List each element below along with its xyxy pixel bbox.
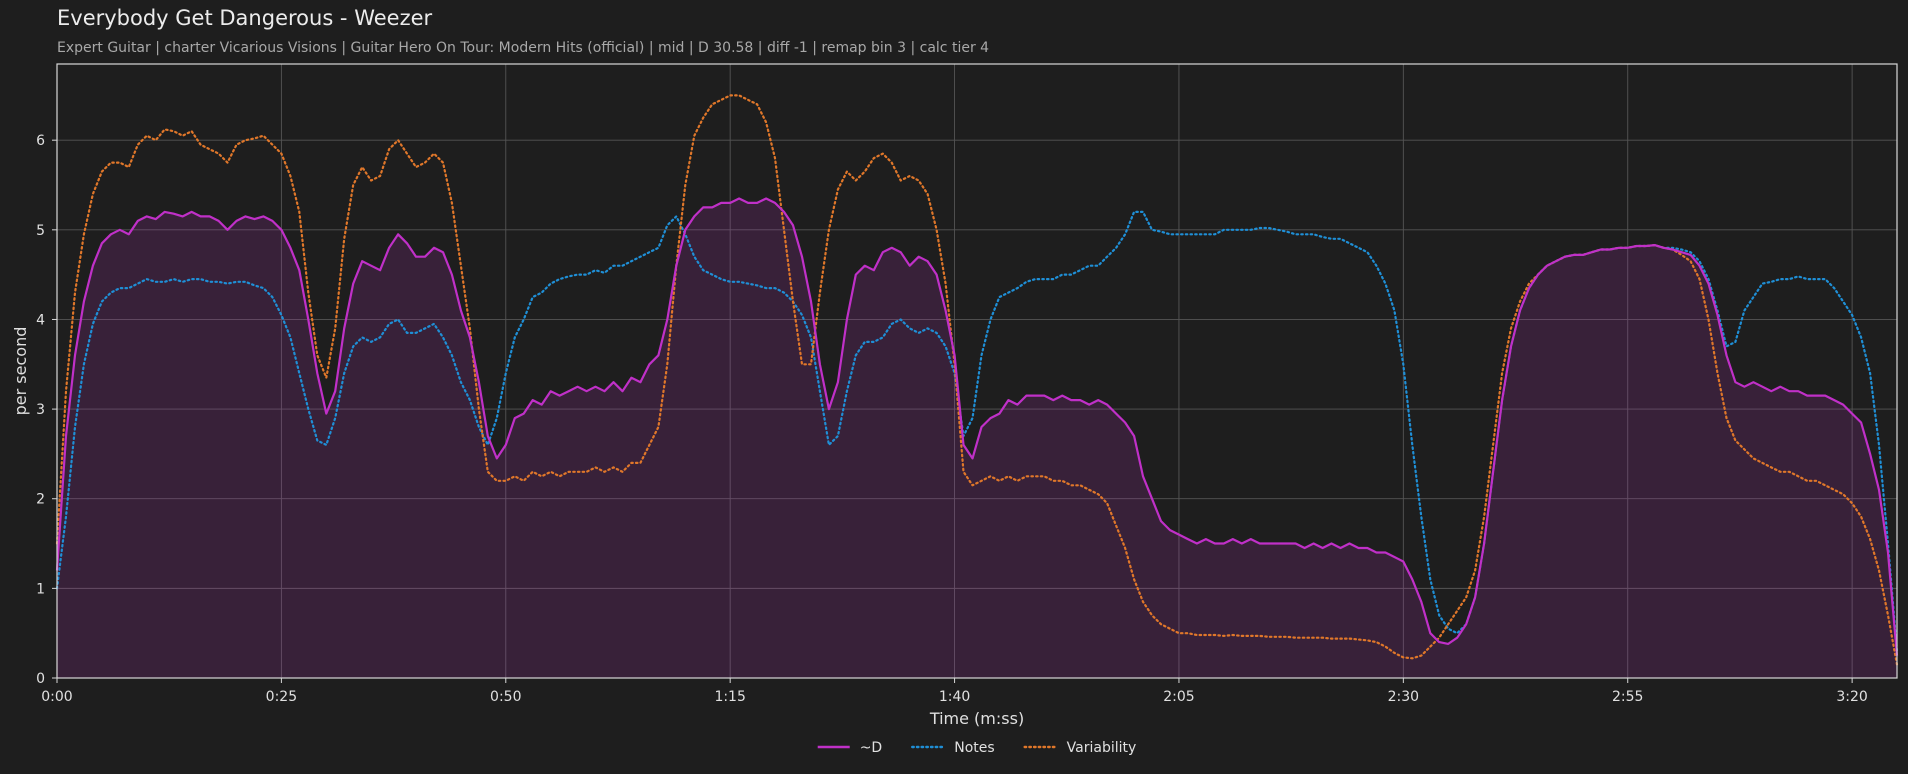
y-tick-label: 0 xyxy=(36,671,45,687)
x-tick-label: 3:20 xyxy=(1836,689,1867,705)
x-tick-label: 2:30 xyxy=(1388,689,1419,705)
x-tick-label: 2:55 xyxy=(1612,689,1643,705)
y-tick-label: 2 xyxy=(36,492,45,508)
y-tick-label: 6 xyxy=(36,133,45,149)
line-chart: 0:00 0:25 0:50 1:15 1:40 2:05 2:30 2:55 3:20 0 1 2 3… xyxy=(11,63,1899,756)
x-axis-label: Time (m:ss) xyxy=(929,709,1024,728)
legend-label: Variability xyxy=(1067,740,1137,756)
y-tick-label: 5 xyxy=(36,223,45,239)
legend-label: Notes xyxy=(954,740,994,756)
y-tick-label: 1 xyxy=(36,581,45,597)
legend: ~D Notes Variability xyxy=(817,740,1137,756)
legend-label: ~D xyxy=(860,740,883,756)
x-tick-label: 0:50 xyxy=(490,689,521,705)
y-axis-label: per second xyxy=(11,327,30,416)
y-tick-label: 3 xyxy=(36,402,45,418)
x-tick-label: 0:25 xyxy=(266,689,297,705)
x-tick-label: 0:00 xyxy=(41,689,72,705)
x-tick-label: 1:40 xyxy=(939,689,970,705)
x-tick-label: 1:15 xyxy=(714,689,745,705)
y-tick-label: 4 xyxy=(36,312,45,328)
x-tick-label: 2:05 xyxy=(1163,689,1194,705)
